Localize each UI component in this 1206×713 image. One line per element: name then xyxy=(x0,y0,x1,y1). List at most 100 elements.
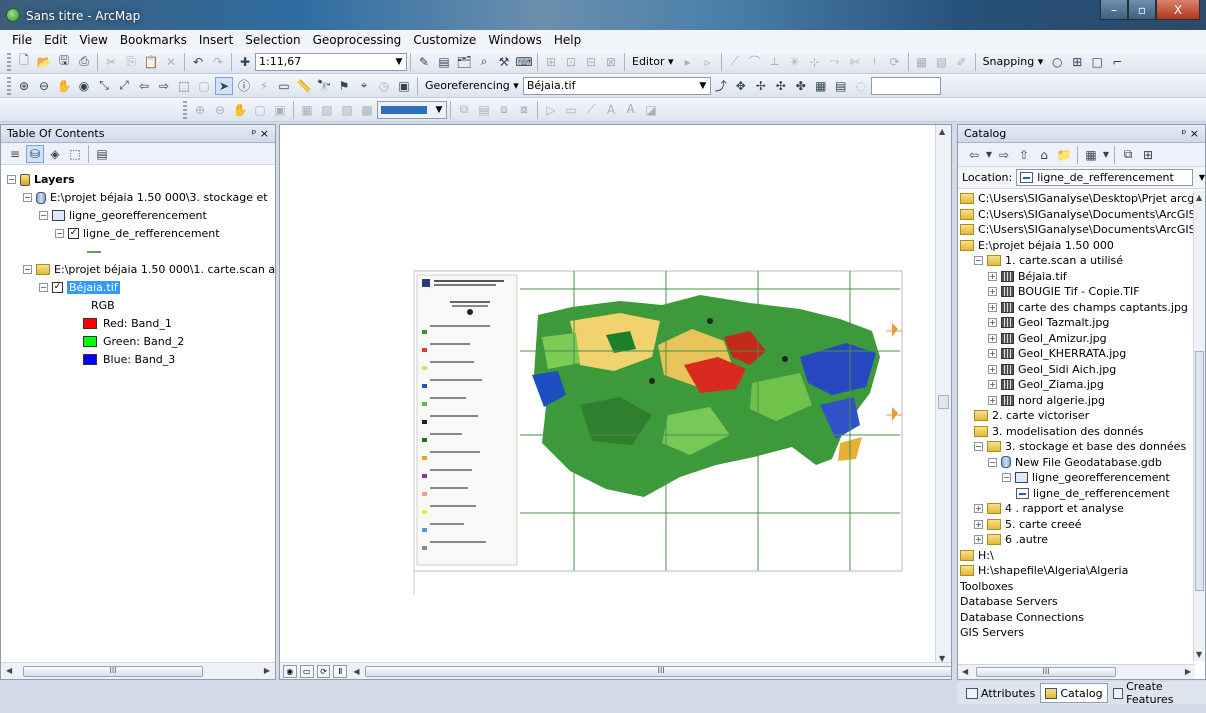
catalog-item[interactable]: + carte des champs captants.jpg xyxy=(988,300,1188,315)
reset-transformation-icon[interactable]: ◌ xyxy=(852,77,870,95)
collapse-icon[interactable]: − xyxy=(974,256,983,265)
toc-options-icon[interactable]: ▤ xyxy=(93,145,111,163)
layout-draft-icon[interactable]: ▨ xyxy=(338,101,356,119)
expand-icon[interactable]: + xyxy=(988,318,997,327)
toggle-content-icon[interactable]: ⧉ xyxy=(1119,146,1137,164)
rotate-icon[interactable]: ⟳ xyxy=(886,53,904,71)
layout-zoom-out-icon[interactable]: ⊖ xyxy=(211,101,229,119)
catalog-item[interactable]: + Geol_Ziama.jpg xyxy=(988,377,1104,392)
expand-icon[interactable]: + xyxy=(988,380,997,389)
editor-menu[interactable]: Editor ▾ xyxy=(628,55,678,68)
scroll-thumb[interactable]: III xyxy=(23,666,203,677)
back-icon[interactable]: ⇦ xyxy=(965,146,983,164)
catalog-window-icon[interactable]: 🗂 xyxy=(455,53,473,71)
expand-icon[interactable]: + xyxy=(988,364,997,374)
arctoolbox-icon[interactable]: ⚒ xyxy=(495,53,513,71)
catalog-item[interactable]: +6 .autre xyxy=(974,532,1048,547)
views-icon[interactable]: ▦ xyxy=(1082,146,1100,164)
previous-extent-icon[interactable]: ⇦ xyxy=(135,77,153,95)
georef-value-input[interactable] xyxy=(870,76,941,95)
maximize-button[interactable]: ▫ xyxy=(1128,0,1156,20)
band-green-row[interactable]: Green: Band_2 xyxy=(83,333,184,350)
edge-snapping-icon[interactable]: ⌐ xyxy=(1108,53,1126,71)
undo-icon[interactable]: ↶ xyxy=(189,53,207,71)
attributes-icon[interactable]: ▦ xyxy=(913,53,931,71)
scroll-left-icon[interactable]: ◀ xyxy=(6,666,12,675)
menu-view[interactable]: View xyxy=(73,33,113,47)
catalog-item[interactable]: C:\Users\SIGanalyse\Documents\ArcGIS xyxy=(960,207,1196,222)
horizontal-scroll-thumb[interactable]: III xyxy=(365,665,951,677)
georeferencing-layer-combo[interactable]: Béjaia.tif ▼ xyxy=(522,76,711,95)
add-control-points-icon[interactable]: ✢ xyxy=(752,77,770,95)
draw-text-icon[interactable]: A xyxy=(602,101,620,119)
layout-focus-icon[interactable]: ▩ xyxy=(358,101,376,119)
catalog-item[interactable]: + Geol_Sidi Aich.jpg xyxy=(988,362,1116,377)
catalog-item[interactable]: 2. carte victoriser xyxy=(974,408,1089,423)
menu-windows[interactable]: Windows xyxy=(482,33,548,47)
expand-icon[interactable]: + xyxy=(988,287,997,296)
scroll-up-icon[interactable]: ▲ xyxy=(1196,193,1202,202)
catalog-item[interactable]: − 3. stockage et base des données xyxy=(974,439,1186,454)
catalog-item[interactable]: +4 . rapport et analyse xyxy=(974,501,1124,516)
catalog-item[interactable]: − ligne_georefferencement xyxy=(1002,470,1170,485)
catalog-item[interactable]: + Geol_KHERRATA.jpg xyxy=(988,346,1126,361)
layout-back-icon[interactable]: ▧ xyxy=(318,101,336,119)
edit-annotation-icon[interactable]: ▹ xyxy=(699,53,717,71)
copy-icon[interactable]: ⎘ xyxy=(122,53,140,71)
print-icon[interactable]: ⎙ xyxy=(75,53,93,71)
time-slider-icon[interactable]: ◷ xyxy=(375,77,393,95)
catalog-item[interactable]: ligne_de_refferencement xyxy=(1016,486,1170,501)
horizontal-scroll-thumb[interactable]: III xyxy=(976,667,1116,677)
layout-zoom-whole-icon[interactable]: ▦ xyxy=(298,101,316,119)
menu-insert[interactable]: Insert xyxy=(193,33,239,47)
draw-color-icon[interactable]: ◪ xyxy=(642,101,660,119)
zoom-out-icon[interactable]: ⊖ xyxy=(35,77,53,95)
map-canvas[interactable] xyxy=(280,125,937,663)
hyperlink-icon[interactable]: ⚡ xyxy=(255,77,273,95)
tab-create-features[interactable]: Create Features xyxy=(1108,680,1206,706)
catalog-item[interactable]: Toolboxes xyxy=(960,579,1013,594)
new-document-icon[interactable]: 🗋 xyxy=(15,53,33,71)
layout-full-page-icon[interactable]: ▢ xyxy=(251,101,269,119)
toolbar-grip[interactable] xyxy=(7,76,11,95)
menu-geoprocessing[interactable]: Geoprocessing xyxy=(307,33,408,47)
point-snapping-icon[interactable]: ○ xyxy=(1048,53,1066,71)
map-view[interactable]: ▲ ▼ ◉ ▭ ⟳ Ⅱ ◀ III ▶ xyxy=(279,124,952,680)
collapse-icon[interactable]: − xyxy=(39,283,48,292)
find-icon[interactable]: 🔭 xyxy=(315,77,333,95)
scroll-right-icon[interactable]: ▶ xyxy=(264,666,270,675)
connect-gis-icon[interactable]: ⊞ xyxy=(1139,146,1157,164)
collapse-icon[interactable]: − xyxy=(1002,473,1011,482)
html-popup-icon[interactable]: ▭ xyxy=(275,77,293,95)
clear-selection-icon[interactable]: ▢ xyxy=(195,77,213,95)
save-icon[interactable]: 🖫 xyxy=(55,53,73,71)
refresh-icon[interactable]: ⟳ xyxy=(316,664,331,678)
fixed-zoom-out-icon[interactable]: ⤢ xyxy=(115,77,133,95)
draw-line-icon[interactable]: ⟋ xyxy=(582,101,600,119)
full-extent-icon[interactable]: ◉ xyxy=(75,77,93,95)
go-to-xy-icon[interactable]: ⌖ xyxy=(355,77,373,95)
editor-toolbar-icon[interactable]: ✎ xyxy=(415,53,433,71)
toc-source-group-2[interactable]: − E:\projet béjaia 1.50 000\1. carte.sca… xyxy=(23,261,275,278)
catalog-item[interactable]: Database Servers xyxy=(960,594,1058,609)
toc-horizontal-scrollbar[interactable]: ◀ III ▶ xyxy=(1,662,275,679)
link-table-icon[interactable]: ▦ xyxy=(812,77,830,95)
create-viewer-window-icon[interactable]: ▣ xyxy=(395,77,413,95)
layers-root[interactable]: − Layers xyxy=(7,171,75,188)
expand-icon[interactable]: + xyxy=(974,519,983,529)
view-link-table-icon[interactable]: ▤ xyxy=(832,77,850,95)
snapping-menu[interactable]: Snapping ▾ xyxy=(979,55,1048,68)
auto-adjust-icon[interactable]: ✤ xyxy=(792,77,810,95)
tab-catalog[interactable]: Catalog xyxy=(1040,683,1108,703)
vertical-scroll-thumb[interactable] xyxy=(938,395,949,409)
cut-polygons-icon[interactable]: ✄ xyxy=(846,53,864,71)
close-button[interactable]: X xyxy=(1156,0,1200,20)
catalog-item[interactable]: H:\ xyxy=(960,548,994,563)
toolbar-grip[interactable] xyxy=(183,100,187,119)
redo-icon[interactable]: ↷ xyxy=(209,53,227,71)
collapse-icon[interactable]: − xyxy=(39,211,48,220)
line-symbol[interactable] xyxy=(87,243,101,260)
find-route-icon[interactable]: ⚑ xyxy=(335,77,353,95)
collapse-icon[interactable]: − xyxy=(974,442,983,451)
toolbar-grip[interactable] xyxy=(7,52,11,71)
